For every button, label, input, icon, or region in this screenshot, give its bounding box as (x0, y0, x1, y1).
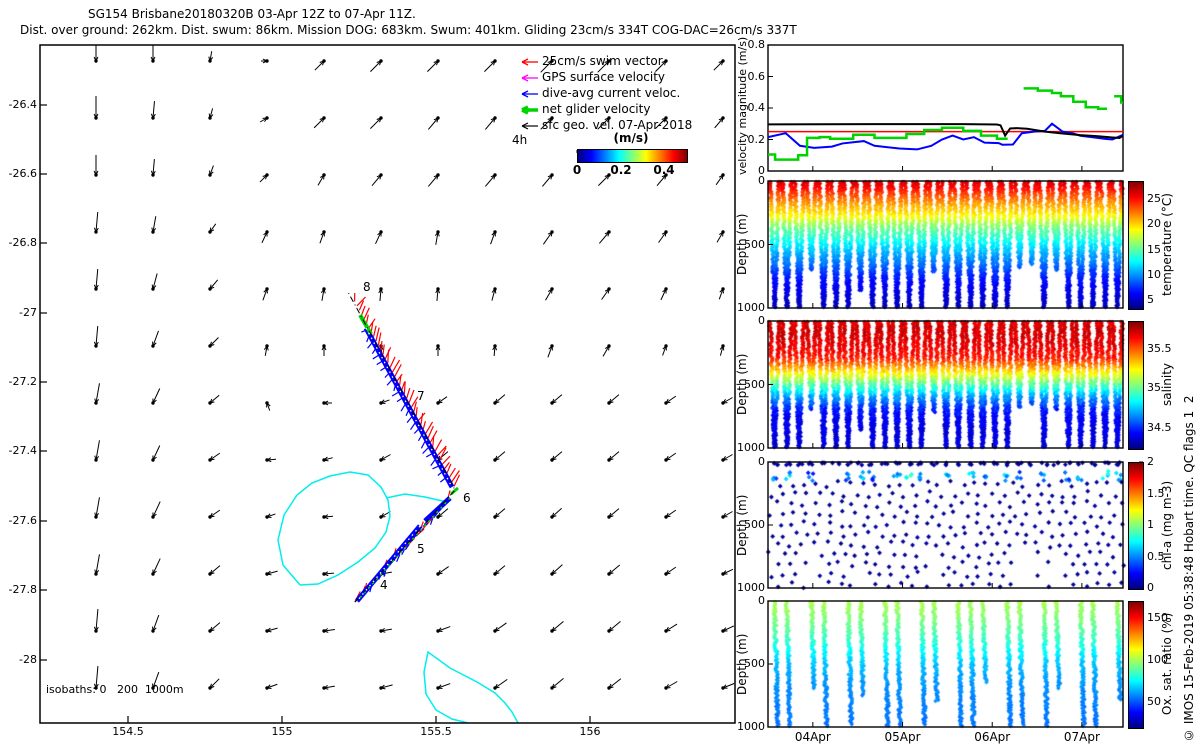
chl-colorbar (1128, 462, 1144, 590)
figure-subtitle: Dist. over ground: 262km. Dist. swum: 86… (20, 24, 797, 37)
time-tick-label: 05Apr (873, 731, 933, 744)
velocity-axis-label: velocity magnitude (m/s) (737, 41, 750, 175)
map-ytick-label: -27.4 (1, 445, 37, 457)
legend-colorbar-tick: 0.4 (649, 164, 679, 177)
track-day-label: 6 (463, 492, 471, 505)
map-ytick-label: -26.4 (1, 99, 37, 111)
chl-colorbar-tick: 1 (1147, 519, 1154, 531)
temperature-colorbar-tick: 20 (1147, 218, 1161, 230)
isobaths-label: isobaths: 0 200 1000m (46, 684, 184, 696)
oxygen-colorbar (1128, 601, 1144, 729)
track-day-label: 5 (417, 543, 425, 556)
temperature-colorbar-tick: 10 (1147, 269, 1161, 281)
salinity-colorbar-tick: 35 (1147, 382, 1161, 394)
legend-label: GPS surface velocity (542, 71, 665, 84)
chl-colorbar-tick: 2 (1147, 456, 1154, 468)
map-ytick-label: -26.8 (1, 237, 37, 249)
map-xtick-label: 155 (257, 726, 307, 738)
depth-axis-label: Depth (m) (736, 462, 750, 588)
track-day-label: 4 (380, 579, 388, 592)
oxygen-colorbar-tick: 50 (1147, 696, 1161, 708)
time-tick-label: 06Apr (962, 731, 1022, 744)
text-layer: SG154 Brisbane20180320B 03-Apr 12Z to 07… (0, 0, 1200, 750)
seaglider-mission-figure: SG154 Brisbane20180320B 03-Apr 12Z to 07… (0, 0, 1200, 750)
map-ytick-label: -27.6 (1, 515, 37, 527)
track-day-label: 8 (363, 281, 371, 294)
map-ytick-label: -28 (1, 654, 37, 666)
imos-watermark: © IMOS 15-Feb-2019 05:38:48 Hobart time.… (1183, 408, 1196, 742)
legend-colorbar-tick: 0 (562, 164, 592, 177)
track-day-label: 7 (417, 390, 425, 403)
salinity-colorbar (1128, 321, 1144, 450)
legend-colorbar (577, 149, 688, 163)
chl-colorbar-tick: 0 (1147, 582, 1154, 594)
map-ytick-label: -27 (1, 307, 37, 319)
map-xtick-label: 155.5 (411, 726, 461, 738)
map-xtick-label: 156 (565, 726, 615, 738)
legend-label: net glider velocity (542, 103, 650, 116)
legend-label: 25cm/s swim vector (542, 55, 663, 68)
legend-label: dive-avg current veloc. (542, 87, 680, 100)
temperature-colorbar (1128, 181, 1144, 310)
legend-scale-label: 4h (512, 134, 527, 147)
map-ytick-label: -27.8 (1, 584, 37, 596)
depth-axis-label: Depth (m) (736, 181, 750, 308)
figure-title: SG154 Brisbane20180320B 03-Apr 12Z to 07… (88, 8, 416, 21)
time-tick-label: 04Apr (783, 731, 843, 744)
depth-axis-label: Depth (m) (736, 601, 750, 727)
time-tick-label: 07Apr (1052, 731, 1112, 744)
salinity-colorbar-label: salinity (1161, 321, 1175, 448)
map-xtick-label: 154.5 (103, 726, 153, 738)
temperature-colorbar-label: temperature (°C) (1161, 181, 1175, 308)
legend-colorbar-tick: 0.2 (606, 164, 636, 177)
depth-axis-label: Depth (m) (736, 321, 750, 448)
chl-colorbar-label: chl-a (mg m-3) (1161, 462, 1175, 588)
oxygen-colorbar-label: Ox. sat. ratio (%) (1161, 601, 1175, 727)
temperature-colorbar-tick: 15 (1147, 244, 1161, 256)
legend-colorbar-title: (m/s) (591, 132, 671, 145)
map-ytick-label: -26.6 (1, 168, 37, 180)
map-ytick-label: -27.2 (1, 376, 37, 388)
temperature-colorbar-tick: 5 (1147, 294, 1154, 306)
temperature-colorbar-tick: 25 (1147, 193, 1161, 205)
